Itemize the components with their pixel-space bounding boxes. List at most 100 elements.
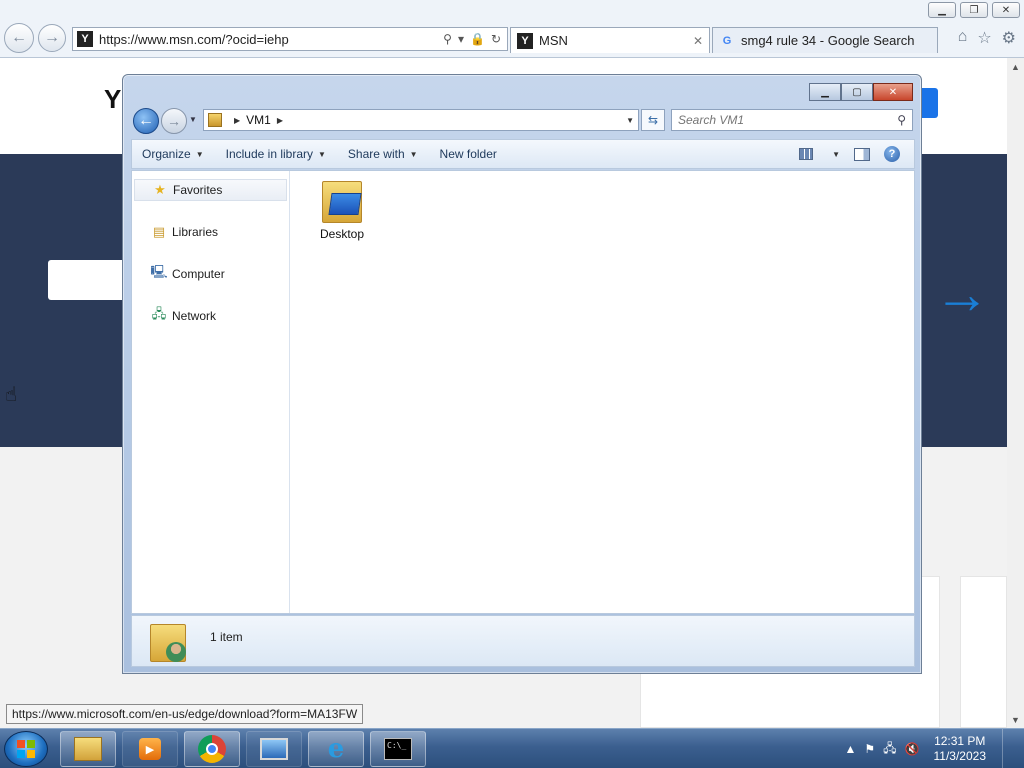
breadcrumb-separator-icon[interactable]: ▶ [234, 116, 240, 125]
volume-muted-icon[interactable]: 🔇 [905, 742, 920, 756]
search-input[interactable] [678, 113, 898, 127]
show-desktop-button[interactable] [1002, 729, 1012, 768]
nav-item-favorites[interactable]: ★ Favorites [134, 179, 287, 201]
taskbar-internet-explorer[interactable]: e [308, 731, 364, 767]
clock[interactable]: 12:31 PM 11/3/2023 [934, 734, 987, 764]
taskbar-media-player[interactable]: ▶ [122, 731, 178, 767]
libraries-icon: ▤ [152, 224, 166, 239]
forward-arrow-icon: → [44, 29, 60, 46]
back-arrow-icon: ← [11, 29, 27, 46]
address-url[interactable]: https://www.msn.com/?ocid=iehp [99, 32, 443, 47]
taskbar-remote-desktop[interactable] [246, 731, 302, 767]
new-folder-label: New folder [439, 147, 497, 161]
navigation-pane[interactable]: ★ Favorites ▤ Libraries 🖳 Computer 🖧 Net… [132, 171, 290, 613]
recent-pages-dropdown-icon[interactable]: ▼ [189, 115, 197, 124]
explorer-window-controls: ▁ ▢ ✕ [809, 83, 913, 101]
scroll-down-icon[interactable]: ▼ [1007, 711, 1024, 728]
search-icon[interactable]: ⚲ [897, 113, 906, 127]
taskbar-chrome[interactable] [184, 731, 240, 767]
show-hidden-icons-icon[interactable]: ▲ [845, 742, 857, 756]
browser-window-controls: ▁ ❐ ✕ [928, 2, 1020, 18]
view-options-dropdown-icon[interactable]: ▼ [832, 150, 840, 159]
help-icon[interactable]: ? [884, 146, 900, 162]
breadcrumb-item-vm1[interactable]: VM1 [246, 113, 271, 127]
network-status-icon[interactable]: 🖧 [883, 739, 896, 760]
user-folder-icon [150, 622, 186, 662]
chevron-down-icon: ▼ [318, 149, 326, 159]
back-arrow-icon: ← [138, 112, 154, 129]
nav-item-network[interactable]: 🖧 Network [134, 305, 287, 327]
explorer-minimize-button[interactable]: ▁ [809, 83, 841, 101]
file-list-pane[interactable]: Desktop [290, 171, 914, 613]
breadcrumb-separator-icon[interactable]: ▶ [277, 116, 283, 125]
browser-address-bar[interactable]: Y https://www.msn.com/?ocid=iehp ⚲ ▾ 🔒 ↻ [72, 27, 508, 51]
tab-label: MSN [539, 33, 568, 48]
nav-item-label: Network [172, 309, 217, 323]
hand-cursor-icon: ☝ [5, 384, 18, 406]
browser-restore-button[interactable]: ❐ [960, 2, 988, 18]
nav-item-libraries[interactable]: ▤ Libraries [134, 221, 287, 243]
computer-icon: 🖳 [150, 264, 168, 279]
msn-favicon-icon: Y [77, 31, 93, 47]
taskbar-windows-explorer[interactable] [60, 731, 116, 767]
home-icon[interactable]: ⌂ [958, 28, 968, 48]
dropdown-icon[interactable]: ▾ [458, 32, 464, 46]
new-folder-button[interactable]: New folder [440, 147, 497, 161]
chrome-icon [198, 735, 226, 763]
search-icon[interactable]: ⚲ [443, 32, 452, 46]
page-card[interactable] [960, 576, 1007, 728]
share-with-button[interactable]: Share with ▼ [348, 147, 418, 161]
favorites-star-icon[interactable]: ☆ [977, 28, 991, 48]
page-logo: Y [104, 84, 122, 114]
system-tray: ▲ ⚑ 🖧 🔇 12:31 PM 11/3/2023 [845, 729, 1024, 768]
organize-menu-button[interactable]: Organize ▼ [142, 147, 204, 161]
nav-item-label: Computer [172, 267, 225, 281]
explorer-address-bar[interactable]: ▶ VM1 ▶ ▼ [203, 109, 639, 131]
refresh-icon[interactable]: ↻ [491, 32, 501, 46]
browser-minimize-button[interactable]: ▁ [928, 2, 956, 18]
explorer-forward-button[interactable]: → [161, 108, 187, 134]
browser-back-button[interactable]: ← [4, 23, 34, 53]
google-icon: G [722, 34, 732, 47]
share-with-label: Share with [347, 147, 405, 161]
tab-close-icon[interactable]: ✕ [693, 34, 703, 48]
change-view-icon[interactable] [799, 148, 814, 160]
address-dropdown-icon[interactable]: ▼ [626, 116, 634, 125]
nav-item-computer[interactable]: 🖳 Computer [134, 263, 287, 285]
arrow-right-icon[interactable]: → [934, 266, 990, 322]
include-in-library-label: Include in library [225, 147, 313, 161]
tab-msn[interactable]: Y MSN ✕ [510, 27, 710, 53]
taskbar: ▶ e C:\_ ▲ ⚑ 🖧 🔇 12:31 PM 11/3/2023 [0, 728, 1024, 768]
action-center-flag-icon[interactable]: ⚑ [864, 742, 875, 756]
nav-item-label: Libraries [172, 225, 219, 239]
explorer-close-button[interactable]: ✕ [873, 83, 913, 101]
lock-icon[interactable]: 🔒 [470, 32, 485, 46]
tab-label: smg4 rule 34 - Google Search [741, 33, 915, 48]
preview-pane-icon[interactable] [854, 147, 870, 161]
chevron-down-icon: ▼ [195, 149, 204, 159]
explorer-back-button[interactable]: ← [133, 108, 159, 134]
windows-logo-icon [17, 740, 35, 758]
command-bar: Organize ▼ Include in library ▼ Share wi… [131, 139, 915, 169]
taskbar-command-prompt[interactable]: C:\_ [370, 731, 426, 767]
browser-close-button[interactable]: ✕ [992, 2, 1020, 18]
browser-forward-button[interactable]: → [38, 24, 66, 52]
organize-label: Organize [142, 147, 191, 161]
browser-scrollbar[interactable]: ▲ ▼ [1007, 58, 1024, 728]
explorer-window: ▁ ▢ ✕ ← → ▼ ▶ VM1 ▶ ▼ ⇆ ⚲ Organize ▼ Inc… [122, 74, 922, 674]
chevron-down-icon: ▼ [409, 149, 418, 159]
remote-desktop-icon [260, 738, 288, 760]
scroll-up-icon[interactable]: ▲ [1007, 58, 1024, 75]
include-in-library-button[interactable]: Include in library ▼ [226, 147, 326, 161]
explorer-search-box[interactable]: ⚲ [671, 109, 913, 131]
settings-gear-icon[interactable]: ⚙ [1002, 28, 1016, 48]
explorer-maximize-button[interactable]: ▢ [841, 83, 873, 101]
command-prompt-icon: C:\_ [384, 738, 412, 760]
folder-item-desktop[interactable]: Desktop [316, 179, 368, 241]
forward-arrow-icon: → [167, 113, 181, 129]
start-button[interactable] [4, 731, 48, 767]
refresh-button[interactable]: ⇆ [641, 109, 665, 131]
nav-item-label: Favorites [173, 183, 223, 197]
page-search-input[interactable] [48, 260, 128, 300]
tab-google-search[interactable]: G smg4 rule 34 - Google Search [712, 27, 938, 53]
